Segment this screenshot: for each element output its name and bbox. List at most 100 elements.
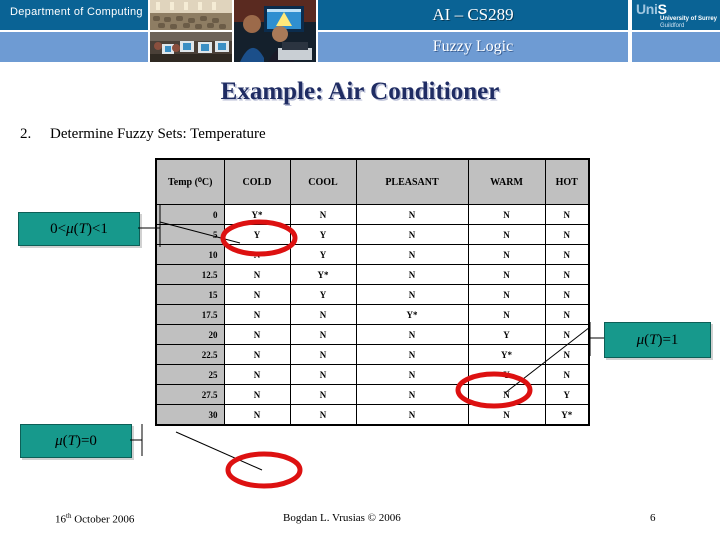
- callout-partial-membership: 0<μ(T)<1: [18, 212, 140, 246]
- bullet-number: 2.: [20, 126, 32, 142]
- photo-lecture-hall-graphic: [150, 0, 232, 30]
- unis-logo-suffix: S: [657, 1, 667, 17]
- footer-author: Bogdan L. Vrusias © 2006: [283, 512, 401, 524]
- table-row: 17.5 N N Y* N N: [155, 304, 590, 325]
- table-row: 30 N N N N Y*: [155, 404, 590, 426]
- cell-cool: N: [289, 304, 357, 325]
- bullet-text: Determine Fuzzy Sets: Temperature: [50, 126, 266, 142]
- table-row: 5YYNNN: [155, 224, 590, 245]
- cell-pleasant: N: [355, 344, 469, 365]
- cell-cold: N: [223, 344, 291, 365]
- column-header-cool: COOL: [289, 158, 357, 205]
- column-header-cold: COLD: [223, 158, 291, 205]
- cell-cool: Y: [289, 224, 357, 245]
- column-header-warm: WARM: [467, 158, 546, 205]
- cell-warm: N: [467, 304, 546, 325]
- cell-cool: N: [289, 364, 357, 385]
- cell-hot: N: [544, 364, 590, 385]
- department-label: Department of Computing: [10, 6, 143, 18]
- cell-temperature: 12.5: [155, 264, 225, 285]
- cell-warm: N: [467, 224, 546, 245]
- cell-pleasant: N: [355, 384, 469, 405]
- cell-pleasant: N: [355, 364, 469, 385]
- course-code-label: AI – CS289: [432, 5, 514, 24]
- logo-divider: [630, 0, 632, 62]
- table-row: 10 N Y N N N: [155, 244, 590, 265]
- cell-pleasant: N: [355, 404, 469, 426]
- cell-cool: N: [289, 204, 357, 225]
- unis-logo-prefix: Uni: [636, 1, 658, 17]
- table-row: 15 N Y N N N: [155, 284, 590, 305]
- cell-temperature: 0: [155, 204, 225, 225]
- cell-cold: N: [223, 324, 291, 345]
- photo-computer-lab: [150, 32, 232, 62]
- cell-temperature: 17.5: [155, 304, 225, 325]
- cell-warm: Y*: [467, 344, 546, 365]
- cell-warm: N: [467, 264, 546, 285]
- cell-hot: N: [544, 204, 590, 225]
- bullet-item: 2. Determine Fuzzy Sets: Temperature: [20, 126, 620, 143]
- photo-students-at-monitor: [234, 0, 316, 62]
- department-band-bottom: [0, 32, 148, 62]
- cell-hot: N: [544, 244, 590, 265]
- cell-temperature: 27.5: [155, 384, 225, 405]
- cell-pleasant: N: [355, 244, 469, 265]
- cell-cool: N: [289, 404, 357, 426]
- cell-pleasant: N: [355, 264, 469, 285]
- photo-lecture-hall: [150, 0, 232, 30]
- university-name-label: University of Surrey: [660, 16, 718, 22]
- footer-page-number: 6: [650, 512, 656, 524]
- cell-cold: Y*: [223, 204, 291, 225]
- table-body: 0 Y* N N N N 5 Y Y N N N 10 N Y N N N 12.5 N Y* N N N 15 N Y N N N 17.…: [155, 204, 590, 426]
- cell-pleasant: N: [355, 204, 469, 225]
- cell-cold: N: [223, 304, 291, 325]
- cell-hot: Y: [544, 384, 590, 405]
- cell-warm: N: [467, 244, 546, 265]
- page-title: Example: Air Conditioner: [220, 78, 500, 105]
- cell-temperature: 30: [155, 404, 225, 426]
- table-head: Temp (⁰C) COLD COOL PLEASANT WARM HOT: [155, 158, 590, 205]
- cell-temperature: 5: [155, 224, 225, 245]
- footer-date: 16th October 2006: [55, 512, 134, 526]
- column-header-temp-c: Temp (⁰C): [155, 158, 225, 205]
- cell-temperature: 10: [155, 244, 225, 265]
- cell-warm: N: [467, 284, 546, 305]
- table-row: 25 N N N Y N: [155, 364, 590, 385]
- photo-students-graphic: [234, 0, 316, 62]
- cell-cool: Y: [289, 244, 357, 265]
- cell-cool: N: [289, 324, 357, 345]
- empty-region-highlight-ellipse: [225, 451, 303, 489]
- cell-warm: Y: [467, 364, 546, 385]
- table-row: 27.5 N N N N Y: [155, 384, 590, 405]
- university-city-label: Guildford: [660, 23, 685, 29]
- cell-cool: Y*: [289, 264, 357, 285]
- cell-cold: N: [223, 284, 291, 305]
- cell-pleasant: N: [355, 284, 469, 305]
- cell-cool: Y: [289, 284, 357, 305]
- slide-header: Department of Computing AI – CS289 Fuzzy…: [0, 0, 720, 62]
- cell-temperature: 20: [155, 324, 225, 345]
- column-header-pleasant: PLEASANT: [355, 158, 469, 205]
- cell-cool: N: [289, 384, 357, 405]
- cell-pleasant: N: [355, 224, 469, 245]
- table-row: 0 Y* N N N N: [155, 204, 590, 225]
- cell-cold: N: [223, 384, 291, 405]
- cell-cold: N: [223, 404, 291, 426]
- cell-warm: N: [467, 204, 546, 225]
- logo-band-bottom: [630, 32, 720, 62]
- cell-warm: Y: [467, 324, 546, 345]
- cell-cold: Y: [223, 224, 291, 245]
- slide-footer: 16th October 2006 Bogdan L. Vrusias © 20…: [0, 512, 720, 532]
- fuzzy-sets-table: Temp (⁰C) COLD COOL PLEASANT WARM HOT 0 Y* N N N N…: [155, 158, 590, 426]
- cell-temperature: 22.5: [155, 344, 225, 365]
- cell-hot: N: [544, 304, 590, 325]
- cell-cool: N: [289, 344, 357, 365]
- cell-warm: N: [467, 384, 546, 405]
- table-row: 20 N N N Y N: [155, 324, 590, 345]
- photo-computer-lab-graphic: [150, 32, 232, 62]
- cell-warm: N: [467, 404, 546, 426]
- cell-hot: N: [544, 264, 590, 285]
- cell-temperature: 15: [155, 284, 225, 305]
- callout-full-membership: μ(T)=1: [604, 322, 711, 358]
- cell-temperature: 25: [155, 364, 225, 385]
